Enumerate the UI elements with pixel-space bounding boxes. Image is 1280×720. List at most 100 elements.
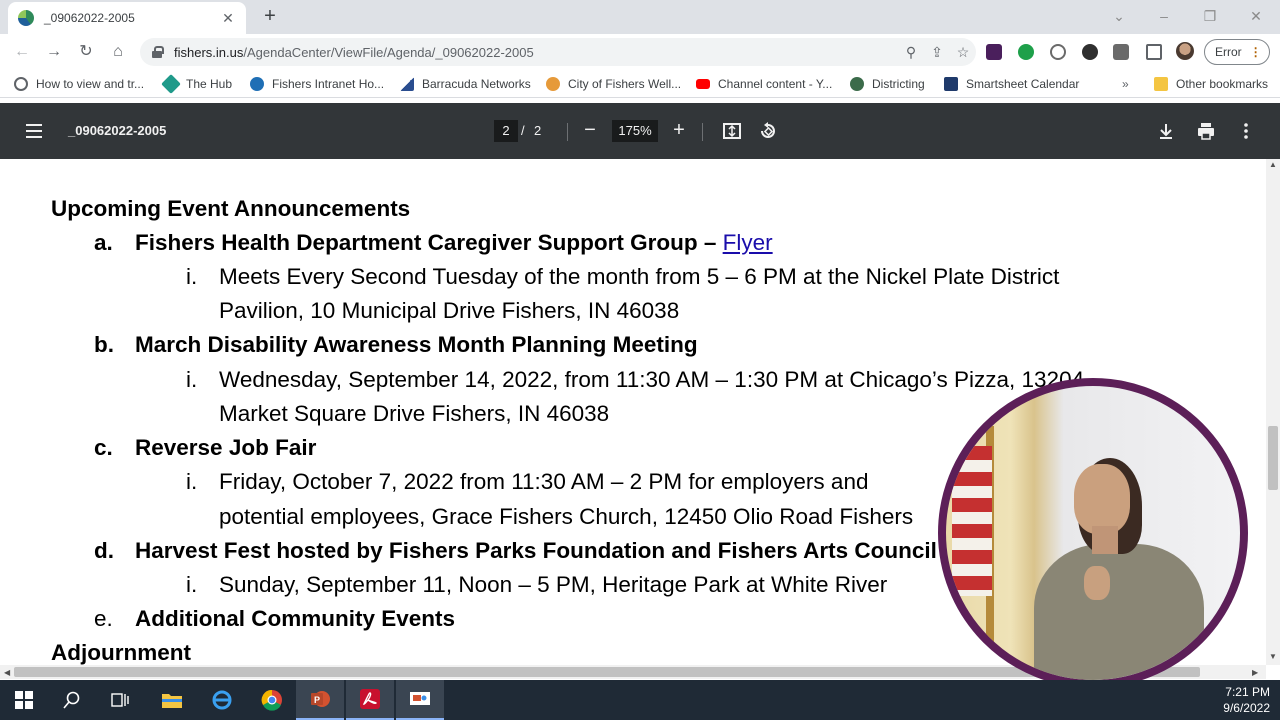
scroll-left-arrow-icon[interactable]: ◀ [4, 668, 10, 677]
task-view-icon [111, 693, 129, 707]
extension-3-icon[interactable] [1050, 44, 1066, 60]
chrome-icon [261, 689, 282, 711]
task-view-button[interactable] [96, 680, 144, 720]
lock-icon[interactable] [152, 46, 164, 58]
zoom-in-button[interactable]: + [669, 119, 689, 141]
file-explorer-app[interactable] [148, 680, 196, 720]
fishers-favicon-icon [18, 10, 34, 26]
bookmark-label: Barracuda Networks [422, 77, 531, 91]
bookmark-item[interactable]: Barracuda Networks [400, 76, 531, 92]
close-tab-icon[interactable]: ✕ [220, 10, 236, 27]
bookmark-item[interactable]: Channel content - Y... [696, 76, 832, 92]
url-host: fishers.in.us [174, 44, 244, 60]
search-icon [63, 691, 80, 709]
item-heading: Harvest Fest hosted by Fishers Parks Fou… [135, 538, 937, 563]
subitem-text: Sunday, September 11, Noon – 5 PM, Herit… [219, 572, 888, 597]
other-bookmarks[interactable]: Other bookmarks [1154, 76, 1268, 92]
scroll-up-arrow-icon[interactable]: ▲ [1269, 160, 1277, 169]
subitem-text: Market Square Drive Fishers, IN 46038 [219, 401, 610, 426]
address-bar[interactable]: fishers.in.us/AgendaCenter/ViewFile/Agen… [140, 38, 976, 66]
subitem-marker: i. [186, 367, 198, 392]
item-heading: March Disability Awareness Month Plannin… [135, 332, 698, 357]
bookmark-item[interactable]: City of Fishers Well... [546, 76, 681, 92]
system-clock[interactable]: 7:21 PM 9/6/2022 [1223, 684, 1270, 716]
subitem-marker: i. [186, 469, 198, 494]
back-button[interactable]: ← [10, 40, 34, 64]
rotate-icon[interactable] [758, 121, 778, 141]
bookmark-label: Fishers Intranet Ho... [272, 77, 385, 91]
barracuda-icon [400, 77, 414, 91]
chrome-app[interactable] [248, 680, 296, 720]
forward-button[interactable]: → [42, 40, 66, 64]
globe-icon [14, 77, 28, 91]
subitem-text: Meets Every Second Tuesday of the month … [219, 264, 1060, 289]
more-options-icon[interactable] [1236, 121, 1256, 141]
powerpoint-app[interactable]: P [296, 680, 344, 720]
pdf-toolbar: _09062022-2005 2 / 2 − 175% + [0, 103, 1280, 159]
chevron-down-icon[interactable]: ⌄ [1104, 5, 1134, 27]
item-marker: e. [94, 606, 113, 631]
bookmark-label: How to view and tr... [36, 77, 145, 91]
download-icon[interactable] [1156, 121, 1176, 141]
print-icon[interactable] [1196, 121, 1216, 141]
item-marker: b. [94, 332, 114, 357]
share-icon[interactable]: ⇪ [924, 44, 950, 61]
bookmark-item[interactable]: Fishers Intranet Ho... [250, 76, 384, 92]
url-text[interactable]: fishers.in.us/AgendaCenter/ViewFile/Agen… [174, 45, 898, 60]
folder-icon [162, 694, 182, 708]
presentation-icon [410, 692, 430, 705]
bookmark-item[interactable]: Smartsheet Calendar [944, 76, 1079, 92]
home-button[interactable]: ⌂ [106, 40, 130, 64]
extension-1-icon[interactable] [986, 44, 1002, 60]
flyer-link[interactable]: Flyer [723, 230, 773, 255]
extension-2-icon[interactable] [1018, 44, 1034, 60]
scroll-down-arrow-icon[interactable]: ▼ [1269, 652, 1277, 661]
profile-error-button[interactable]: Error ⋮ [1204, 39, 1270, 65]
edge-app[interactable] [198, 680, 246, 720]
browser-tab[interactable]: _09062022-2005 ✕ [8, 2, 246, 34]
reload-button[interactable]: ↻ [74, 40, 98, 64]
profile-avatar[interactable] [1176, 42, 1194, 60]
item-heading: Additional Community Events [135, 606, 456, 631]
bookmark-label: City of Fishers Well... [568, 77, 682, 91]
bookmark-item[interactable]: Districting [850, 76, 925, 92]
folder-icon [1154, 77, 1168, 91]
wellness-icon [546, 77, 560, 91]
new-tab-button[interactable]: + [258, 5, 282, 29]
bookmark-item[interactable]: How to view and tr... [14, 76, 144, 92]
powerpoint-icon: P [311, 691, 330, 707]
item-heading: Fishers Health Department Caregiver Supp… [135, 230, 773, 256]
page-number-input[interactable]: 2 [494, 120, 518, 142]
more-bookmarks-chevron-icon[interactable]: » [1122, 76, 1129, 92]
bookmark-label: Districting [872, 77, 925, 91]
internet-explorer-icon [212, 690, 232, 710]
zoom-out-button[interactable]: − [580, 119, 600, 141]
acrobat-app[interactable] [346, 680, 394, 720]
person-neck [1092, 526, 1118, 554]
minimize-button[interactable]: – [1149, 5, 1179, 27]
bookmark-item[interactable]: The Hub [161, 74, 232, 94]
toolbar-divider [567, 123, 568, 141]
restore-button[interactable]: ❐ [1195, 5, 1225, 27]
close-window-button[interactable]: ✕ [1241, 5, 1271, 27]
presentation-app[interactable] [396, 680, 444, 720]
zoom-level-input[interactable]: 175% [612, 120, 658, 142]
person-hand [1084, 566, 1110, 600]
zoom-lens-icon[interactable]: ⚲ [898, 44, 924, 61]
vertical-scrollbar[interactable] [1266, 159, 1280, 665]
start-button[interactable] [0, 680, 48, 720]
toolbar-divider [702, 123, 703, 141]
section-heading: Adjournment [51, 640, 191, 665]
scroll-right-arrow-icon[interactable]: ▶ [1252, 668, 1258, 677]
fit-page-icon[interactable] [722, 121, 742, 141]
extension-4-icon[interactable] [1082, 44, 1098, 60]
extensions-puzzle-icon[interactable] [1113, 44, 1129, 60]
flag [952, 446, 992, 596]
subitem-marker: i. [186, 572, 198, 597]
vertical-scroll-thumb[interactable] [1268, 426, 1278, 490]
side-panel-icon[interactable] [1146, 44, 1162, 60]
menu-dots-icon: ⋮ [1249, 45, 1262, 59]
search-button[interactable] [48, 680, 96, 720]
bookmark-star-icon[interactable]: ☆ [950, 44, 976, 61]
menu-icon[interactable] [26, 124, 42, 138]
